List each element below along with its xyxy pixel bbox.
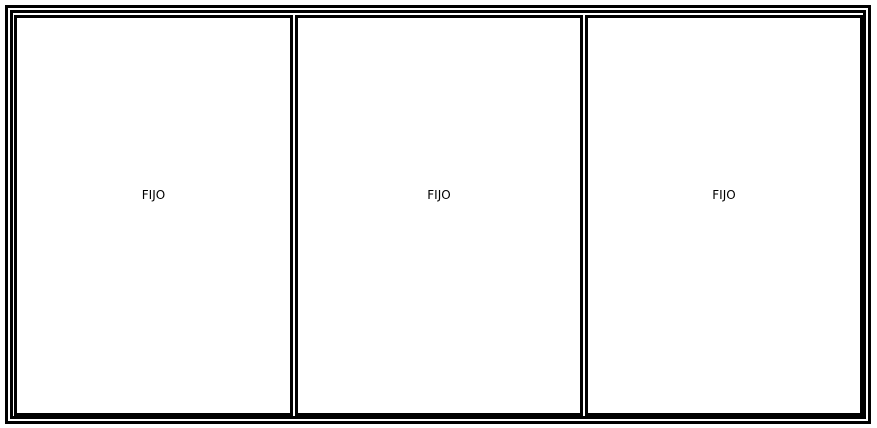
pane-label: FIJO [141, 188, 166, 202]
pane-fixed-center: FIJO [295, 15, 583, 416]
pane-label: FIJO [427, 188, 451, 202]
pane-label: FIJO [712, 188, 736, 202]
pane-fixed-right: FIJO [585, 15, 863, 416]
pane-fixed-left: FIJO [14, 15, 293, 416]
